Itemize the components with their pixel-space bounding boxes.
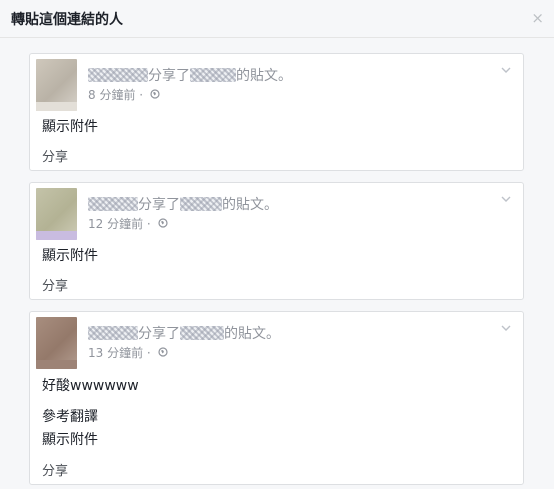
shared-post: 分享了 的貼文。 8 分鐘前 · 顯示附件 分享: [29, 53, 524, 171]
redacted-sharer-name[interactable]: [88, 68, 148, 82]
avatar[interactable]: [36, 188, 77, 240]
share-button[interactable]: 分享: [42, 275, 68, 294]
show-attachment-link[interactable]: 顯示附件: [42, 116, 98, 136]
shared-text: 分享了: [148, 68, 190, 84]
share-button[interactable]: 分享: [42, 460, 68, 479]
shared-post: 分享了 的貼文。 13 分鐘前 · 好酸wwwwww 參考翻譯 顯示附件 分享: [29, 311, 524, 485]
share-button[interactable]: 分享: [42, 146, 68, 165]
shares-list: 分享了 的貼文。 8 分鐘前 · 顯示附件 分享 分享了 的貼文。 12 分鐘前 ·: [0, 38, 554, 489]
dialog-header: 轉貼這個連結的人 ×: [0, 0, 554, 38]
redacted-author-name[interactable]: [180, 197, 222, 211]
avatar[interactable]: [36, 59, 77, 111]
post-suffix: 的貼文。: [224, 326, 280, 342]
share-headline: 分享了 的貼文。: [88, 194, 278, 214]
time-link[interactable]: 13 分鐘前 ·: [88, 346, 151, 360]
timestamp: 12 分鐘前 ·: [88, 215, 168, 232]
shared-text: 分享了: [138, 326, 180, 342]
shared-text: 分享了: [138, 197, 180, 213]
share-headline: 分享了 的貼文。: [88, 323, 280, 343]
chevron-down-icon[interactable]: [499, 62, 513, 76]
globe-icon: [157, 347, 168, 360]
timestamp: 13 分鐘前 ·: [88, 344, 168, 361]
see-translation-link[interactable]: 參考翻譯: [42, 406, 98, 426]
shared-post: 分享了 的貼文。 12 分鐘前 · 顯示附件 分享: [29, 182, 524, 300]
dialog-title: 轉貼這個連結的人: [11, 12, 123, 28]
time-link[interactable]: 8 分鐘前 ·: [88, 88, 143, 102]
share-headline: 分享了 的貼文。: [88, 65, 292, 85]
post-suffix: 的貼文。: [222, 197, 278, 213]
redacted-sharer-name[interactable]: [88, 326, 138, 340]
redacted-sharer-name[interactable]: [88, 197, 138, 211]
show-attachment-link[interactable]: 顯示附件: [42, 245, 98, 265]
post-body: 好酸wwwwww: [42, 378, 139, 394]
globe-icon: [150, 89, 160, 102]
avatar[interactable]: [36, 317, 77, 369]
timestamp: 8 分鐘前 ·: [88, 86, 160, 103]
post-suffix: 的貼文。: [236, 68, 292, 84]
redacted-author-name[interactable]: [190, 68, 236, 82]
globe-icon: [157, 218, 168, 231]
chevron-down-icon[interactable]: [499, 191, 513, 205]
chevron-down-icon[interactable]: [499, 320, 513, 334]
show-attachment-link[interactable]: 顯示附件: [42, 429, 98, 449]
redacted-author-name[interactable]: [180, 326, 224, 340]
time-link[interactable]: 12 分鐘前 ·: [88, 217, 151, 231]
close-icon[interactable]: ×: [531, 8, 544, 28]
